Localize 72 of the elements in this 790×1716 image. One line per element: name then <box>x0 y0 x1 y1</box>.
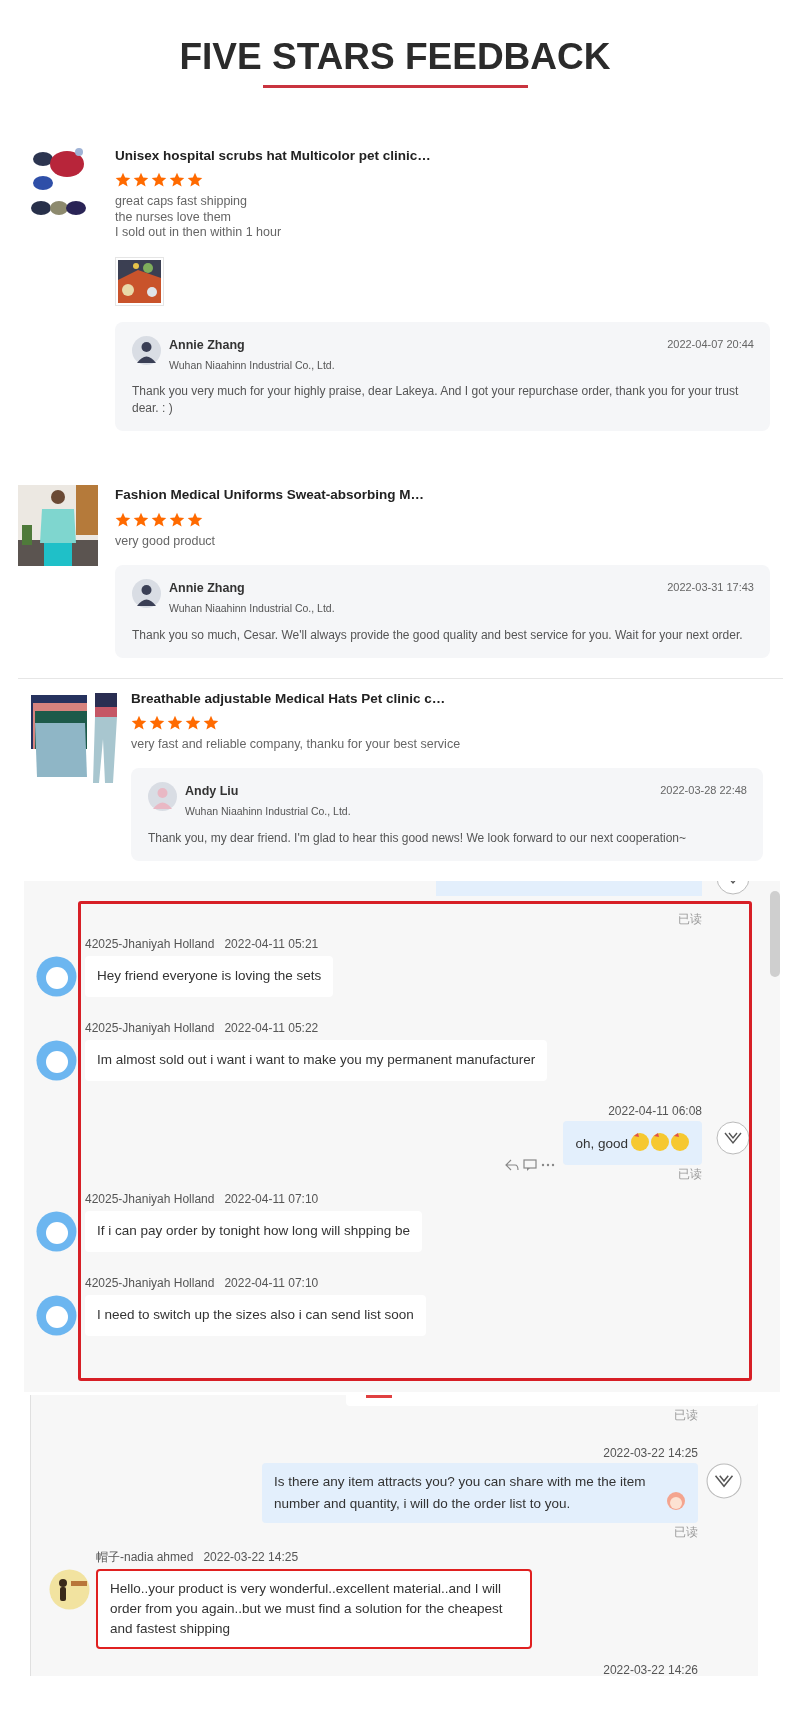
star-icon <box>151 511 167 528</box>
message-bubble: Hey friend everyone is loving the sets <box>85 955 334 997</box>
star-icon <box>115 511 131 528</box>
avatar-icon <box>148 782 177 812</box>
message-time: 2022-03-22 14:26 <box>602 1661 698 1676</box>
quote-icon <box>523 1158 538 1171</box>
avatar-icon <box>36 1210 77 1252</box>
product-title[interactable]: Unisex hospital scrubs hat Multicolor pet clinic… <box>115 146 770 167</box>
logo-avatar <box>706 1462 742 1499</box>
message-header: 42025-Jhaniyah Holland 2022-04-11 07:10 <box>85 1190 320 1208</box>
reviewer-name: Annie Zhang <box>169 336 246 354</box>
star-icon <box>115 172 131 189</box>
reply-text: Thank you very much for your highly praise, dear Lakeya. And I got your repurchase order, thank you for your trust dear. : ) <box>132 383 740 418</box>
emoji-icon <box>670 1130 690 1151</box>
company-name: Wuhan Niaahinn Industrial Co., Ltd. <box>185 804 352 819</box>
reply-text: Thank you so much, Cesar. We'll always provide the good quality and best service for you. Wait for your next order. <box>132 626 744 644</box>
sticker-icon <box>666 1490 686 1511</box>
message-bubble: I need to switch up the sizes also i can send list soon <box>85 1294 426 1336</box>
star-icon <box>149 714 165 731</box>
read-status: 已读 <box>678 1165 702 1182</box>
message-header: 42025-Jhaniyah Holland 2022-04-11 05:21 <box>85 935 320 953</box>
message-header: 帽子-nadia ahmed 2022-03-22 14:25 <box>96 1548 300 1566</box>
review-text: the nurses love them <box>115 209 233 226</box>
review-text: very fast and reliable company, thanku for your best service <box>131 736 462 753</box>
logo-avatar <box>716 1120 750 1155</box>
message-bubble: Im almost sold out i want i want to make you my permanent manufacturer <box>85 1039 548 1081</box>
reviewer-name: Andy Liu <box>185 783 240 801</box>
avatar-icon <box>36 955 77 997</box>
review-text: very good product <box>115 533 217 549</box>
star-icon <box>169 172 185 189</box>
message-text: Is there any item attracts you? you can share with me the item number and quantity, i will do the order list to you. <box>274 1472 647 1513</box>
avatar-icon <box>132 335 161 365</box>
reply-time: 2022-04-07 20:44 <box>667 336 754 352</box>
reply-time: 2022-03-28 22:48 <box>660 783 747 799</box>
star-icon <box>169 511 185 528</box>
message-bubble: If i can pay order by tonight how long will shpping be <box>85 1210 422 1252</box>
emoji-icon <box>630 1130 650 1151</box>
reply-icon <box>505 1158 520 1171</box>
message-text: oh, good <box>575 1134 628 1153</box>
company-name: Wuhan Niaahinn Industrial Co., Ltd. <box>169 357 336 373</box>
star-icon <box>187 172 203 189</box>
reply-text: Thank you, my dear friend. I'm glad to hear this good news! We look forward to our next cooperation~ <box>148 829 688 847</box>
avatar-icon <box>36 1039 77 1081</box>
star-icon <box>187 511 203 528</box>
star-icon <box>185 714 201 731</box>
read-status: 已读 <box>674 1523 698 1540</box>
star-icon <box>151 172 167 189</box>
star-icon <box>203 714 219 731</box>
star-icon <box>131 714 147 731</box>
scrollbar[interactable] <box>770 890 780 977</box>
star-icon <box>167 714 183 731</box>
message-time: 2022-03-22 14:25 <box>602 1444 698 1461</box>
page-title: FIVE STARS FEEDBACK <box>178 36 612 79</box>
message-header: 42025-Jhaniyah Holland 2022-04-11 05:22 <box>85 1019 320 1037</box>
product-title[interactable]: Fashion Medical Uniforms Sweat-absorbing M… <box>115 485 770 506</box>
product-title[interactable]: Breathable adjustable Medical Hats Pet clinic c… <box>131 688 763 709</box>
emoji-icon <box>650 1130 670 1151</box>
message-bubble: Hello..your product is very wonderful..excellent material..and I will order from you again..but we must find a solution for the cheapest and fastest shipping <box>96 1568 532 1649</box>
reviewer-name: Annie Zhang <box>169 580 246 597</box>
avatar-icon <box>132 579 161 608</box>
read-status: 已读 <box>678 910 702 927</box>
star-icon <box>133 511 149 528</box>
avatar-icon <box>36 1294 77 1336</box>
read-status: 已读 <box>674 1406 698 1423</box>
review-text: great caps fast shipping <box>115 194 249 210</box>
avatar-icon <box>49 1568 90 1610</box>
message-header: 42025-Jhaniyah Holland 2022-04-11 07:10 <box>85 1274 320 1292</box>
company-name: Wuhan Niaahinn Industrial Co., Ltd. <box>169 600 336 616</box>
star-icon <box>133 172 149 189</box>
review-text: I sold out in then within 1 hour <box>115 225 283 241</box>
reply-time: 2022-03-31 17:43 <box>667 580 754 595</box>
message-time: 2022-04-11 06:08 <box>607 1102 702 1119</box>
